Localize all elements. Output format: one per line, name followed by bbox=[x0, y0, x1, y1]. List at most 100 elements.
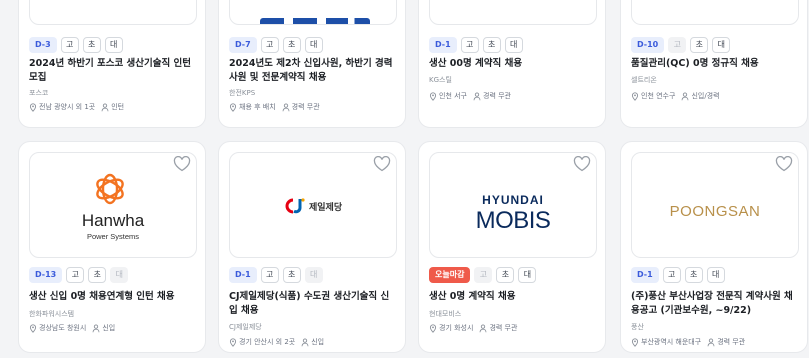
company-logo-box: Hanwha Power Systems bbox=[29, 152, 197, 258]
person-icon bbox=[301, 337, 309, 346]
job-career: 신입 bbox=[102, 324, 116, 332]
cj-symbol-icon bbox=[285, 198, 305, 214]
dday-badge: D-10 bbox=[631, 37, 665, 53]
company-name: CJ제일제당 bbox=[229, 323, 262, 331]
tag-college-2yr: 초 bbox=[88, 267, 107, 283]
heart-icon[interactable] bbox=[775, 156, 793, 172]
tag-university: 대 bbox=[504, 37, 523, 53]
tag-row: 오늘마감 고 초 대 bbox=[429, 267, 537, 283]
location-pin-icon bbox=[429, 323, 437, 333]
company-name: 현대모비스 bbox=[429, 310, 462, 318]
tag-college-2yr: 초 bbox=[496, 267, 515, 283]
job-career: 신입/경력 bbox=[691, 92, 720, 100]
tag-university: 대 bbox=[712, 37, 731, 53]
person-icon bbox=[101, 102, 109, 111]
job-meta: 전남 광양시 외 1곳 인턴 bbox=[29, 102, 124, 112]
person-icon bbox=[92, 323, 100, 332]
job-card-kps[interactable]: D-7 고 초 대 2024년도 제2차 신입사원, 하반기 경력사원 및 전문… bbox=[218, 0, 406, 128]
location-pin-icon bbox=[631, 337, 639, 347]
location-pin-icon bbox=[229, 102, 237, 112]
company-name: KG스틸 bbox=[429, 76, 452, 84]
dday-badge: D-7 bbox=[229, 37, 257, 53]
dday-badge: D-1 bbox=[631, 267, 659, 283]
location-pin-icon bbox=[429, 91, 437, 101]
job-title[interactable]: CJ제일제당(식품) 수도권 생산기술직 신입 채용 bbox=[229, 290, 397, 318]
deadline-today-badge: 오늘마감 bbox=[429, 267, 471, 283]
job-location: 인천 서구 bbox=[439, 92, 467, 100]
person-icon bbox=[282, 102, 290, 111]
hanwha-wordmark: Hanwha bbox=[81, 211, 145, 230]
tag-university: 대 bbox=[706, 267, 725, 283]
job-location: 경기 안산시 외 2곳 bbox=[239, 338, 296, 346]
mobis-logo-top: HYUNDAI bbox=[482, 193, 544, 207]
dday-badge: D-13 bbox=[29, 267, 63, 283]
job-card-hanwha[interactable]: Hanwha Power Systems D-13 고 초 대 생산 신입 0명… bbox=[18, 141, 206, 353]
job-title[interactable]: 생산 00명 계약직 채용 bbox=[429, 57, 597, 71]
poongsan-wordmark: POONGSAN bbox=[669, 203, 761, 220]
tag-high-school: 고 bbox=[66, 267, 85, 283]
tag-high-school: 고 bbox=[460, 37, 479, 53]
heart-icon[interactable] bbox=[573, 156, 591, 172]
tag-university: 대 bbox=[104, 37, 123, 53]
company-name: 풍산 bbox=[631, 323, 644, 331]
tag-row: D-1 고 초 대 bbox=[229, 267, 323, 283]
job-card-mobis[interactable]: HYUNDAI MOBIS 오늘마감 고 초 대 생산 0명 계약직 채용 현대… bbox=[418, 141, 606, 353]
company-logo-box: HYUNDAI MOBIS bbox=[429, 152, 597, 258]
job-location: 부산광역시 해운대구 bbox=[641, 338, 702, 346]
tag-high-school: 고 bbox=[60, 37, 79, 53]
job-career: 경력 무관 bbox=[489, 324, 518, 332]
mobis-logo-bottom: MOBIS bbox=[475, 207, 551, 234]
job-card-cj[interactable]: 제일제당 D-1 고 초 대 CJ제일제당(식품) 수도권 생산기술직 신입 채… bbox=[218, 141, 406, 353]
company-logo-box: 제일제당 bbox=[229, 152, 397, 258]
tag-college-2yr: 초 bbox=[684, 267, 703, 283]
job-meta: 경기 안산시 외 2곳 신입 bbox=[229, 337, 324, 347]
job-card-celltrion[interactable]: D-10 고 초 대 품질관리(QC) 0명 정규직 채용 셀트리온 인천 연수… bbox=[620, 0, 808, 128]
job-meta: 경기 화성시 경력 무관 bbox=[429, 323, 517, 333]
person-icon bbox=[681, 91, 689, 100]
job-title[interactable]: 2024년 하반기 포스코 생산기술직 인턴모집 bbox=[29, 57, 197, 85]
job-meta: 경상남도 창원시 신입 bbox=[29, 323, 115, 333]
heart-icon[interactable] bbox=[373, 156, 391, 172]
tag-college-2yr: 초 bbox=[282, 267, 301, 283]
kps-logo-fragment bbox=[260, 18, 370, 24]
job-meta: 인천 서구 경력 무관 bbox=[429, 91, 511, 101]
company-name: 한화파워시스템 bbox=[29, 310, 75, 318]
hanwha-subtitle: Power Systems bbox=[86, 232, 140, 241]
tag-row: D-10 고 초 대 bbox=[631, 37, 731, 53]
job-title[interactable]: (주)풍산 부산사업장 전문직 계약사원 채용공고 (기관보수원, ~9/22) bbox=[631, 290, 799, 318]
tag-university: 대 bbox=[304, 37, 323, 53]
tag-high-school: 고 bbox=[260, 267, 279, 283]
job-title[interactable]: 생산 0명 계약직 채용 bbox=[429, 290, 597, 304]
tag-high-school: 고 bbox=[662, 267, 681, 283]
company-name: 한전KPS bbox=[229, 89, 256, 97]
cj-wordmark: 제일제당 bbox=[309, 202, 343, 213]
person-icon bbox=[473, 91, 481, 100]
company-logo-box bbox=[429, 0, 597, 25]
job-location: 인천 연수구 bbox=[641, 92, 676, 100]
location-pin-icon bbox=[631, 91, 639, 101]
company-logo-box bbox=[229, 0, 397, 25]
tag-college-2yr: 초 bbox=[482, 37, 501, 53]
job-career: 신입 bbox=[311, 338, 325, 346]
job-location: 경상남도 창원시 bbox=[39, 324, 87, 332]
person-icon bbox=[707, 337, 715, 346]
tag-row: D-7 고 초 대 bbox=[229, 37, 323, 53]
heart-icon[interactable] bbox=[173, 156, 191, 172]
job-card-posco[interactable]: D-3 고 초 대 2024년 하반기 포스코 생산기술직 인턴모집 포스코 전… bbox=[18, 0, 206, 128]
tag-university: 대 bbox=[518, 267, 537, 283]
job-career: 인턴 bbox=[111, 103, 125, 111]
job-career: 경력 무관 bbox=[291, 103, 320, 111]
job-title[interactable]: 품질관리(QC) 0명 정규직 채용 bbox=[631, 57, 799, 71]
job-title[interactable]: 생산 신입 0명 채용연계형 인턴 채용 bbox=[29, 290, 197, 304]
tag-row: D-1 고 초 대 bbox=[429, 37, 523, 53]
company-logo-box bbox=[631, 0, 799, 25]
job-location: 채용 후 배치 bbox=[239, 103, 276, 111]
company-name: 셀트리온 bbox=[631, 76, 657, 84]
job-card-kgsteel[interactable]: D-1 고 초 대 생산 00명 계약직 채용 KG스틸 인천 서구 경력 무관 bbox=[418, 0, 606, 128]
job-card-poongsan[interactable]: POONGSAN D-1 고 초 대 (주)풍산 부산사업장 전문직 계약사원 … bbox=[620, 141, 808, 353]
company-logo-box bbox=[29, 0, 197, 25]
job-title[interactable]: 2024년도 제2차 신입사원, 하반기 경력사원 및 전문계약직 채용 bbox=[229, 57, 397, 85]
tag-university: 대 bbox=[110, 267, 129, 283]
tag-college-2yr: 초 bbox=[82, 37, 101, 53]
job-meta: 인천 연수구 신입/경력 bbox=[631, 91, 720, 101]
